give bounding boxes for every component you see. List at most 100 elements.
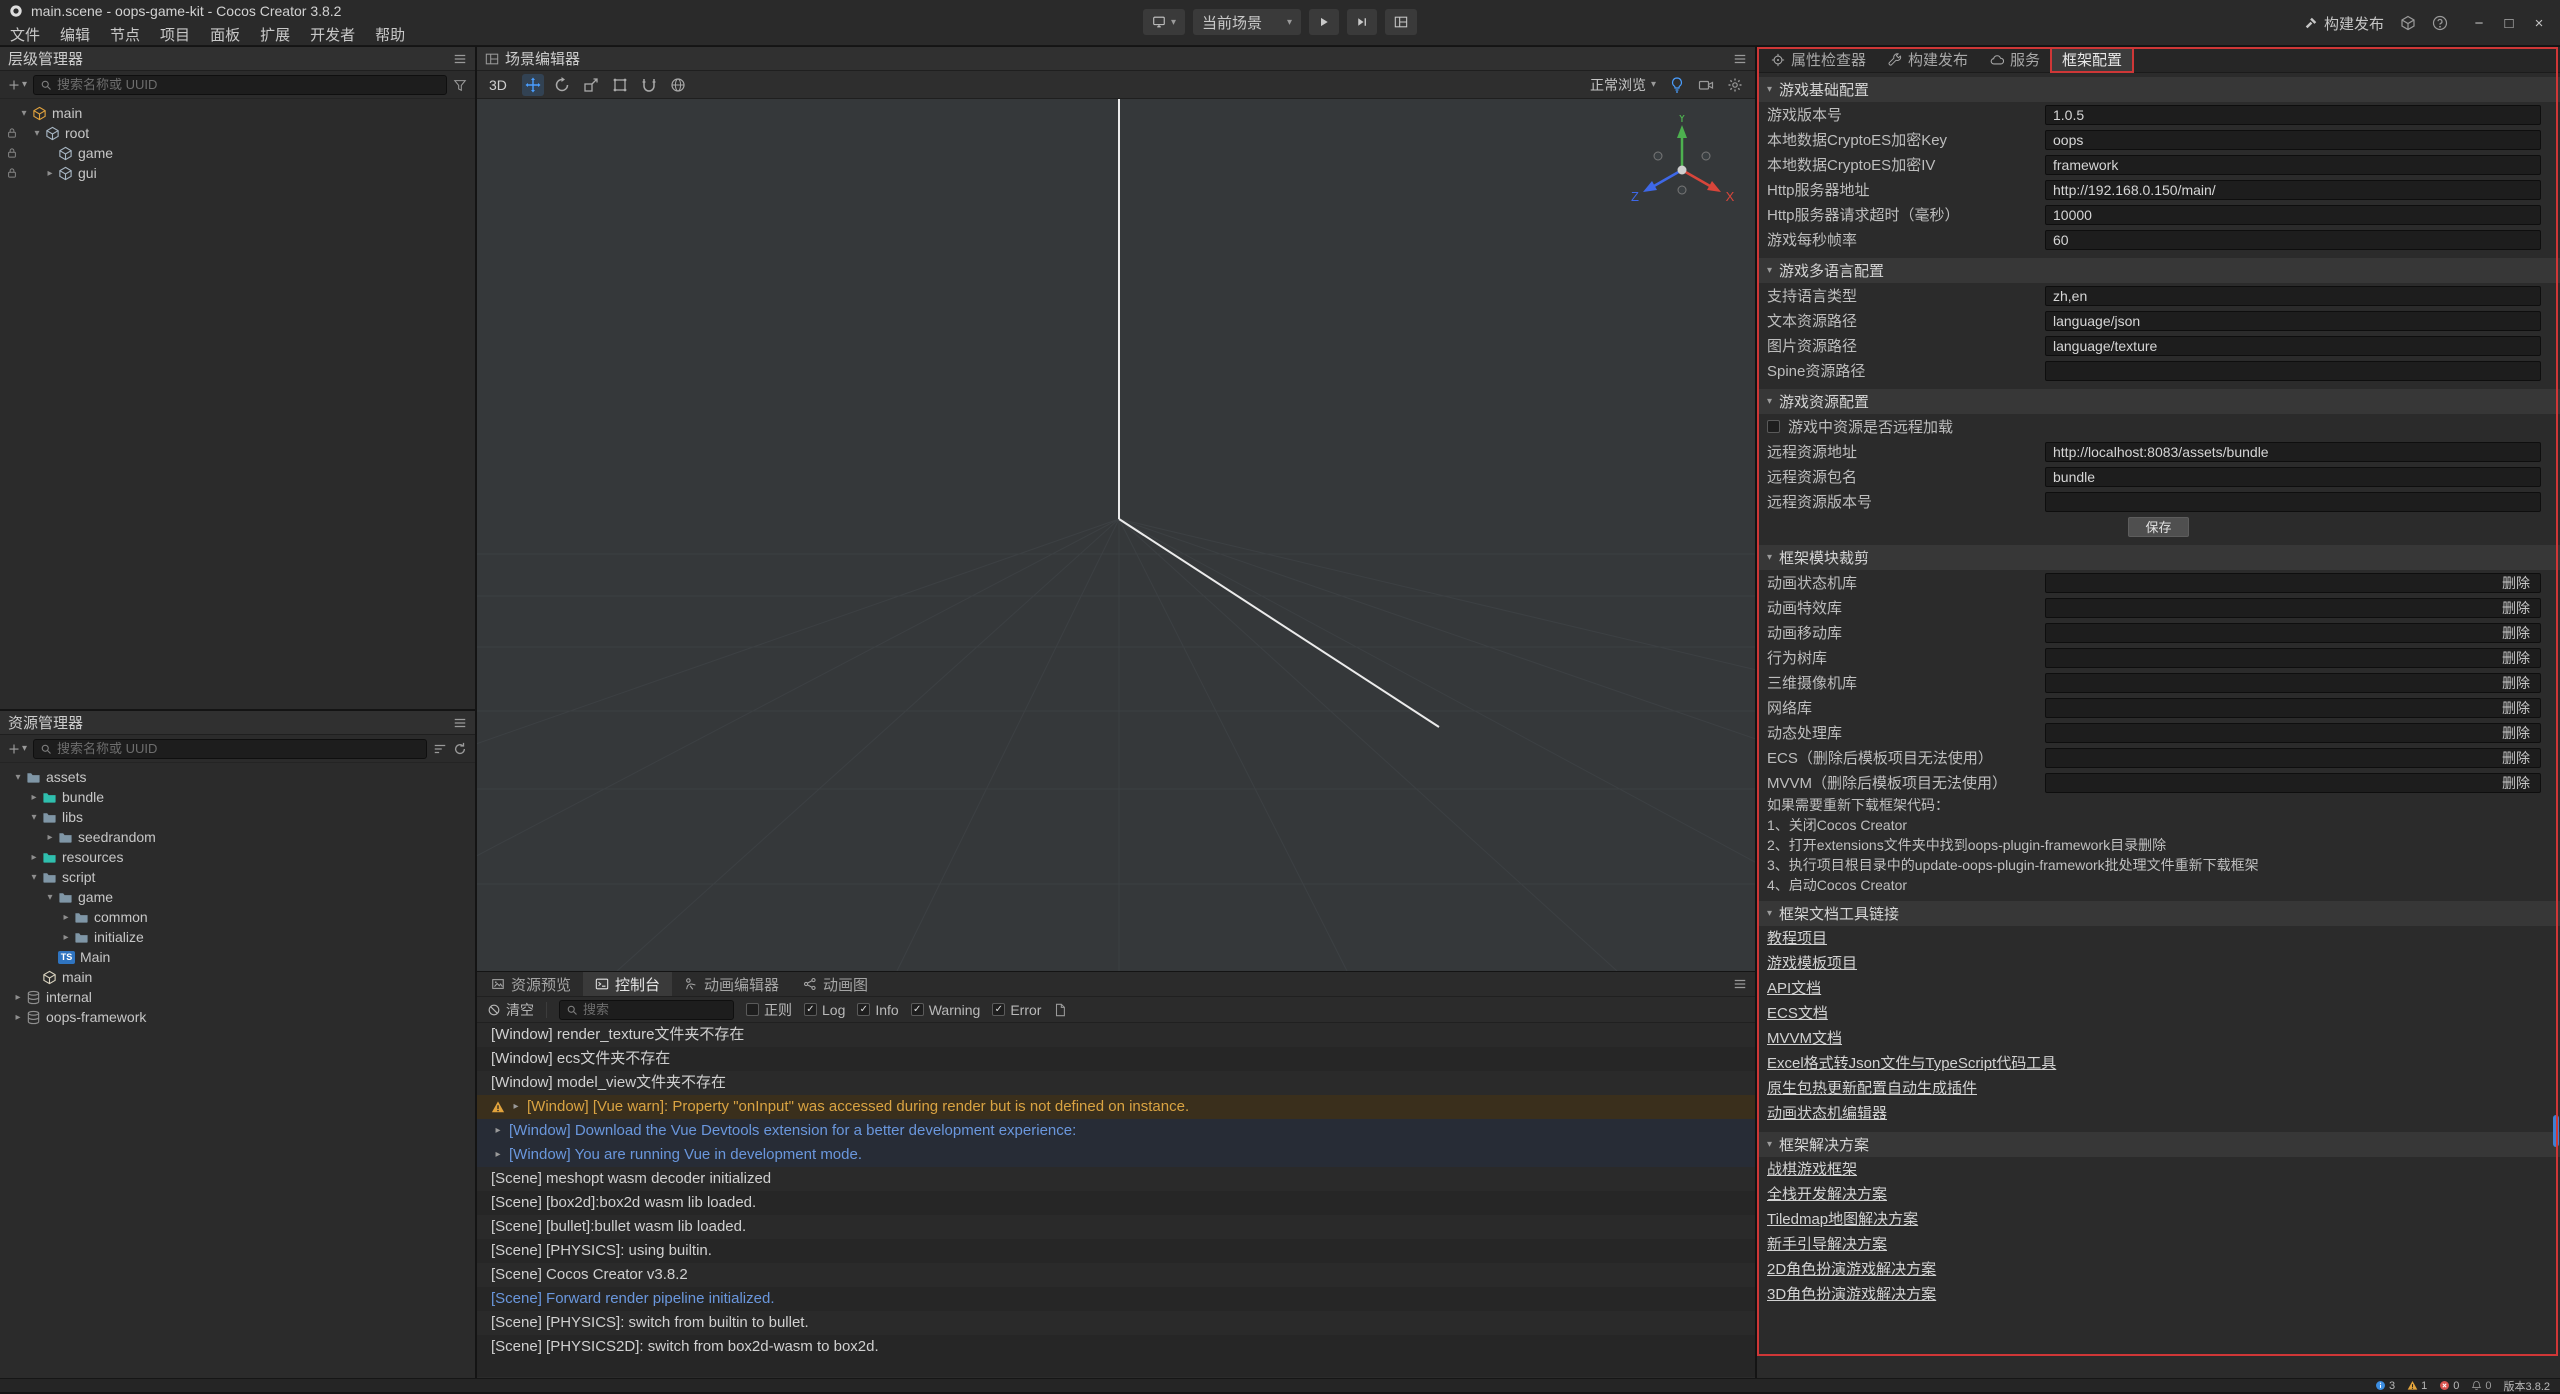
- menu-file[interactable]: 文件: [0, 24, 50, 45]
- expander-icon[interactable]: ▾: [10, 772, 26, 783]
- text-res-path-input[interactable]: [2045, 311, 2541, 331]
- log-row[interactable]: [Scene] [PHYSICS2D]: switch from box2d-w…: [477, 1335, 1755, 1359]
- log-row[interactable]: [Window] ecs文件夹不存在: [477, 1047, 1755, 1071]
- panel-menu-icon[interactable]: [1733, 52, 1747, 66]
- regex-checkbox[interactable]: 正则: [746, 1000, 792, 1020]
- close-button[interactable]: ×: [2524, 15, 2554, 32]
- expander-icon[interactable]: ▸: [42, 168, 58, 179]
- language-types-input[interactable]: [2045, 286, 2541, 306]
- asset-node-main-scene[interactable]: main: [0, 967, 475, 987]
- link-tiledmap-solution[interactable]: Tiledmap地图解决方案: [1757, 1207, 2560, 1232]
- view-mode-select[interactable]: 正常浏览 ▾: [1590, 75, 1656, 95]
- log-row[interactable]: [Scene] [bullet]:bullet wasm lib loaded.: [477, 1215, 1755, 1239]
- error-counter[interactable]: 0: [2439, 1380, 2459, 1392]
- assets-search-input[interactable]: [57, 741, 420, 756]
- delete-button[interactable]: 删除: [2492, 723, 2540, 743]
- hierarchy-node-main[interactable]: ▾ main: [0, 103, 475, 123]
- clear-console-button[interactable]: 清空: [487, 1000, 534, 1020]
- help-icon[interactable]: [2432, 15, 2448, 31]
- sort-icon[interactable]: [433, 742, 447, 756]
- asset-node-game[interactable]: ▾ game: [0, 887, 475, 907]
- tab-property-inspector[interactable]: 属性检查器: [1761, 49, 1876, 71]
- move-tool-button[interactable]: [522, 74, 544, 96]
- log-row[interactable]: [Scene] meshopt wasm decoder initialized: [477, 1167, 1755, 1191]
- menu-help[interactable]: 帮助: [365, 24, 415, 45]
- refresh-icon[interactable]: [453, 742, 467, 756]
- filter-log-checkbox[interactable]: ✓ Log: [804, 1002, 845, 1018]
- scrollbar-thumb[interactable]: [2553, 1115, 2559, 1147]
- menu-project[interactable]: 项目: [150, 24, 200, 45]
- image-res-path-input[interactable]: [2045, 336, 2541, 356]
- link-tactics-framework[interactable]: 战棋游戏框架: [1757, 1157, 2560, 1182]
- menu-panel[interactable]: 面板: [200, 24, 250, 45]
- info-counter[interactable]: 3: [2375, 1380, 2395, 1392]
- log-row[interactable]: [Window] model_view文件夹不存在: [477, 1071, 1755, 1095]
- play-button[interactable]: [1309, 9, 1339, 35]
- orientation-gizmo[interactable]: Y X Z: [1622, 115, 1742, 225]
- menu-developer[interactable]: 开发者: [300, 24, 365, 45]
- remote-bundle-input[interactable]: [2045, 467, 2541, 487]
- menu-extension[interactable]: 扩展: [250, 24, 300, 45]
- log-row[interactable]: [Scene] [box2d]:box2d wasm lib loaded.: [477, 1191, 1755, 1215]
- scene-select[interactable]: 当前场景 ▾: [1193, 9, 1301, 35]
- tab-asset-preview[interactable]: 资源预览: [479, 972, 583, 996]
- expander-icon[interactable]: ▸: [491, 1119, 505, 1143]
- crypto-iv-input[interactable]: [2045, 155, 2541, 175]
- log-row-warning[interactable]: ▸ [Window] [Vue warn]: Property "onInput…: [477, 1095, 1755, 1119]
- http-server-input[interactable]: [2045, 180, 2541, 200]
- layout-button[interactable]: [1385, 9, 1417, 35]
- link-template-project[interactable]: 游戏模板项目: [1757, 951, 2560, 976]
- frame-rate-input[interactable]: [2045, 230, 2541, 250]
- asset-node-common[interactable]: ▸ common: [0, 907, 475, 927]
- link-guide-solution[interactable]: 新手引导解决方案: [1757, 1232, 2560, 1257]
- scene-viewport[interactable]: Y X Z: [477, 99, 1755, 971]
- expander-icon[interactable]: ▸: [10, 1012, 26, 1023]
- log-row[interactable]: [Window] render_texture文件夹不存在: [477, 1023, 1755, 1047]
- tab-framework-config[interactable]: 框架配置: [2052, 49, 2132, 71]
- tab-service[interactable]: 服务: [1980, 49, 2050, 71]
- asset-node-oops-framework[interactable]: ▸ oops-framework: [0, 1007, 475, 1027]
- delete-button[interactable]: 删除: [2492, 673, 2540, 693]
- link-anim-state-editor[interactable]: 动画状态机编辑器: [1757, 1101, 2560, 1126]
- http-timeout-input[interactable]: [2045, 205, 2541, 225]
- lock-icon[interactable]: [6, 127, 18, 139]
- game-version-input[interactable]: [2045, 105, 2541, 125]
- save-button[interactable]: 保存: [2128, 517, 2188, 537]
- section-language-config[interactable]: ▾ 游戏多语言配置: [1757, 258, 2560, 283]
- link-2drpg-solution[interactable]: 2D角色扮演游戏解决方案: [1757, 1257, 2560, 1282]
- rect-tool-button[interactable]: [609, 74, 631, 96]
- build-publish-button[interactable]: 构建发布: [2304, 13, 2384, 34]
- expander-icon[interactable]: ▾: [42, 892, 58, 903]
- link-tutorial-project[interactable]: 教程项目: [1757, 926, 2560, 951]
- log-row[interactable]: [Scene] Cocos Creator v3.8.2: [477, 1263, 1755, 1287]
- expander-icon[interactable]: ▾: [26, 872, 42, 883]
- rotate-tool-button[interactable]: [551, 74, 573, 96]
- filter-error-checkbox[interactable]: ✓ Error: [992, 1002, 1041, 1018]
- dimension-toggle[interactable]: 3D: [489, 77, 507, 93]
- asset-node-script[interactable]: ▾ script: [0, 867, 475, 887]
- filter-icon[interactable]: [453, 78, 467, 92]
- lock-icon[interactable]: [6, 147, 18, 159]
- section-solutions[interactable]: ▾ 框架解决方案: [1757, 1132, 2560, 1157]
- expander-icon[interactable]: ▸: [58, 932, 74, 943]
- asset-node-internal[interactable]: ▸ internal: [0, 987, 475, 1007]
- log-row[interactable]: [Scene] [PHYSICS]: switch from builtin t…: [477, 1311, 1755, 1335]
- expander-icon[interactable]: ▾: [16, 108, 32, 119]
- snap-tool-button[interactable]: [638, 74, 660, 96]
- filter-warning-checkbox[interactable]: ✓ Warning: [911, 1002, 981, 1018]
- hierarchy-node-root[interactable]: ▾ root: [0, 123, 475, 143]
- expander-icon[interactable]: ▾: [26, 812, 42, 823]
- package-icon[interactable]: [2400, 15, 2416, 31]
- collapse-logs-icon[interactable]: [1053, 1003, 1067, 1017]
- coordinate-toggle-button[interactable]: [667, 74, 689, 96]
- minimize-button[interactable]: −: [2464, 15, 2494, 32]
- hierarchy-search-input[interactable]: [57, 77, 440, 92]
- console-search-input[interactable]: [583, 1002, 727, 1017]
- preview-target-button[interactable]: ▾: [1143, 9, 1185, 35]
- link-api-docs[interactable]: API文档: [1757, 976, 2560, 1001]
- asset-node-seedrandom[interactable]: ▸ seedrandom: [0, 827, 475, 847]
- asset-node-bundle[interactable]: ▸ bundle: [0, 787, 475, 807]
- expander-icon[interactable]: ▸: [26, 792, 42, 803]
- expander-icon[interactable]: ▸: [58, 912, 74, 923]
- delete-button[interactable]: 删除: [2492, 598, 2540, 618]
